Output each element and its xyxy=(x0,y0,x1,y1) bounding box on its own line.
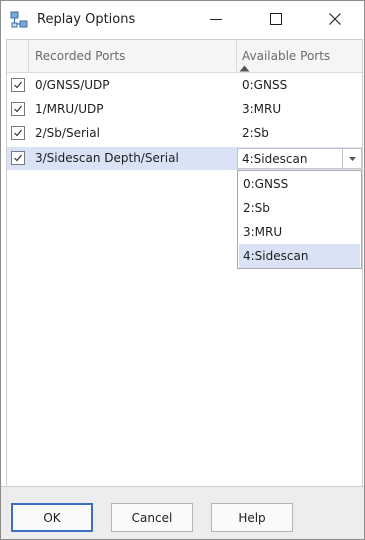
dropdown-option[interactable]: 0:GNSS xyxy=(239,172,360,196)
recorded-ports-header-label: Recorded Ports xyxy=(35,49,126,63)
recorded-port-cell: 3/Sidescan Depth/Serial xyxy=(35,151,179,165)
row-checkbox[interactable] xyxy=(11,78,25,92)
recorded-port-cell: 2/Sb/Serial xyxy=(35,126,100,140)
available-ports-header-label: Available Ports xyxy=(242,49,331,63)
recorded-port-cell: 0/GNSS/UDP xyxy=(35,78,110,92)
available-port-cell[interactable]: 3:MRU xyxy=(242,102,281,116)
available-port-cell[interactable]: 0:GNSS xyxy=(242,78,287,92)
available-port-combobox[interactable]: 4:Sidescan xyxy=(237,148,362,169)
cancel-button[interactable]: Cancel xyxy=(111,503,193,532)
close-icon xyxy=(329,12,341,28)
table-row[interactable]: 2/Sb/Serial 2:Sb xyxy=(7,122,362,145)
dialog-footer: OK Cancel Help xyxy=(1,486,364,539)
dropdown-option[interactable]: 3:MRU xyxy=(239,220,360,244)
ok-button[interactable]: OK xyxy=(11,503,93,532)
window-title: Replay Options xyxy=(37,12,136,27)
network-ports-icon xyxy=(10,11,28,29)
minimize-icon xyxy=(210,13,222,28)
row-checkbox[interactable] xyxy=(11,151,25,165)
available-port-dropdown-list[interactable]: 0:GNSS 2:Sb 3:MRU 4:Sidescan xyxy=(237,170,362,269)
title-bar[interactable]: Replay Options xyxy=(1,1,364,39)
checkmark-icon xyxy=(14,81,22,89)
checkmark-icon xyxy=(14,154,22,162)
replay-options-dialog: Replay Options Recorded Ports Available … xyxy=(0,0,365,540)
recorded-ports-header[interactable]: Recorded Ports xyxy=(29,40,250,72)
checkmark-icon xyxy=(14,105,22,113)
maximize-button[interactable] xyxy=(253,1,299,39)
combobox-dropdown-button[interactable] xyxy=(342,149,361,168)
available-ports-header[interactable]: Available Ports xyxy=(237,40,362,72)
close-button[interactable] xyxy=(312,1,358,39)
available-port-cell[interactable]: 2:Sb xyxy=(242,126,269,140)
row-checkbox[interactable] xyxy=(11,126,25,140)
minimize-button[interactable] xyxy=(193,1,239,39)
maximize-icon xyxy=(270,12,282,28)
dropdown-option-selected[interactable]: 4:Sidescan xyxy=(239,244,360,268)
table-row[interactable]: 0/GNSS/UDP 0:GNSS xyxy=(7,74,362,97)
dropdown-option[interactable]: 2:Sb xyxy=(239,196,360,220)
grid-header: Recorded Ports Available Ports xyxy=(7,40,362,73)
row-checkbox[interactable] xyxy=(11,102,25,116)
help-button[interactable]: Help xyxy=(211,503,293,532)
checkmark-icon xyxy=(14,129,22,137)
chevron-down-icon xyxy=(348,156,356,161)
table-row[interactable]: 1/MRU/UDP 3:MRU xyxy=(7,98,362,121)
combobox-value: 4:Sidescan xyxy=(242,152,308,166)
recorded-port-cell: 1/MRU/UDP xyxy=(35,102,104,116)
checkbox-column-header[interactable] xyxy=(7,40,29,72)
